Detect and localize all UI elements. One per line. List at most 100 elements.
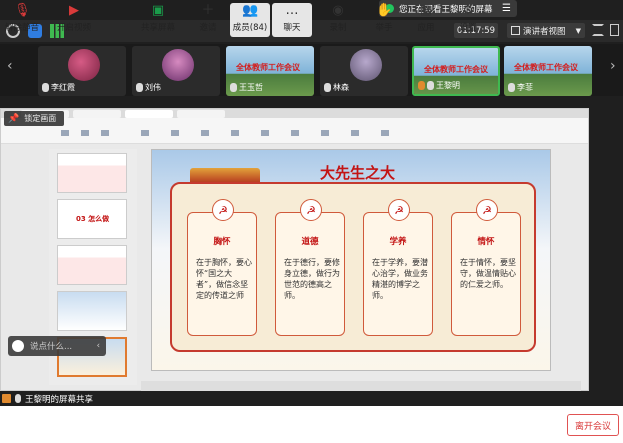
pin-icon: 📌 (8, 113, 20, 124)
emblem-icon: ☭ (388, 199, 410, 221)
participant-tile[interactable]: 刘伟 (132, 46, 220, 96)
wps-tab (177, 110, 225, 118)
slide-thumb[interactable]: 03 怎么做 (57, 199, 127, 239)
gallery-prev-icon[interactable]: ‹ (7, 58, 13, 74)
invite-label: 邀请 (199, 23, 217, 33)
chat-label: 聊天 (283, 23, 301, 33)
wps-tab (125, 110, 173, 118)
participant-tile-active[interactable]: 全体教师工作会议 王黎明 (412, 46, 500, 96)
participant-tile[interactable]: 全体教师工作会议 王玉哲 (226, 46, 314, 96)
video-button[interactable]: ▶ 开启视频 (54, 3, 94, 37)
lock-view-button[interactable]: 📌 锁定画面 (4, 111, 64, 126)
share-owner-label: 王黎明的屏幕共享 (0, 391, 124, 406)
settings-button[interactable]: ⚙ 设置 (448, 3, 488, 37)
slide-title: 大先生之大 (320, 164, 396, 182)
record-button[interactable]: ◉ 录制 (318, 3, 358, 37)
mic-icon (427, 81, 434, 90)
apps-icon: ▦ (419, 3, 433, 18)
participant-tile[interactable]: 李红霞 (38, 46, 126, 96)
chevron-left-icon[interactable]: ‹ (97, 341, 100, 351)
slide-thumb[interactable] (57, 291, 127, 331)
wps-ribbon (1, 118, 588, 144)
slide-thumb[interactable] (57, 153, 127, 193)
content-card: ☭ 学养 在于学养，要潜心治学，做业务精湛的博学之师。 (363, 199, 433, 336)
members-button[interactable]: 👥 成员(84) (230, 3, 270, 37)
participant-name: 王黎明 (436, 81, 460, 90)
add-user-icon: ＋ (201, 3, 215, 18)
banner-text: 全体教师工作会议 (236, 63, 300, 72)
emblem-icon: ☭ (212, 199, 234, 221)
gear-icon: ⚙ (462, 3, 474, 18)
mic-icon (230, 83, 237, 92)
chat-button[interactable]: … 聊天 (272, 3, 312, 37)
presenter-icon (2, 394, 11, 403)
mic-icon (15, 394, 21, 403)
emoji-icon[interactable] (12, 340, 24, 352)
card-body: 在于胸怀，要心怀“国之大者”，做信念坚定的传道之师 (196, 258, 252, 300)
card-heading: 道德 (301, 237, 319, 247)
fullscreen-icon[interactable] (592, 24, 604, 36)
raise-hand-button[interactable]: ✋ 举手 (364, 3, 404, 37)
card-heading: 情怀 (477, 237, 495, 247)
content-card: ☭ 胸怀 在于胸怀，要心怀“国之大者”，做信念坚定的传道之师 (187, 199, 257, 336)
apps-button[interactable]: ▦ 应用 (406, 3, 446, 37)
card-heading: 学养 (389, 237, 407, 247)
video-label: 开启视频 (56, 23, 91, 33)
participant-name: 刘伟 (145, 83, 161, 92)
emblem-icon: ☭ (300, 199, 322, 221)
lock-view-label: 锁定画面 (24, 114, 57, 123)
hand-icon: ✋ (376, 3, 393, 18)
participant-tile[interactable]: 林森 (320, 46, 408, 96)
bottom-toolbar (0, 406, 623, 443)
share-screen-button[interactable]: ▣ 共享屏幕 (138, 3, 178, 37)
card-body: 在于学养，要潜心治学，做业务精湛的博学之师。 (372, 258, 428, 300)
view-mode-dropdown[interactable]: 演讲者视图 ▼ (507, 23, 585, 38)
participant-name: 李菲 (517, 83, 533, 92)
share-label: 共享屏幕 (140, 23, 175, 33)
record-label: 录制 (329, 23, 347, 33)
record-icon: ◉ (332, 3, 344, 18)
content-panel: ☭ 胸怀 在于胸怀，要心怀“国之大者”，做信念坚定的传道之师 ☭ 道德 在于德行… (170, 182, 536, 352)
wps-status-bar (141, 381, 581, 391)
content-card: ☭ 情怀 在于情怀，要坚守，做温情贴心的仁爱之师。 (451, 199, 521, 336)
settings-label: 设置 (459, 23, 477, 33)
banner-text: 全体教师工作会议 (514, 63, 578, 72)
thumb-text: 03 怎么做 (76, 215, 110, 223)
invite-button[interactable]: ＋ 邀请 (188, 3, 228, 37)
chat-placeholder: 说点什么... (30, 342, 73, 352)
content-card: ☭ 道德 在于德行，要修身立德，做行为世范的德高之师。 (275, 199, 345, 336)
leave-meeting-button[interactable]: 离开会议 (567, 414, 619, 436)
share-screen-icon: ▣ (151, 3, 165, 18)
slide-thumb[interactable] (57, 245, 127, 285)
mute-button[interactable]: 🎙 解除静音 (2, 3, 42, 37)
participant-tile[interactable]: 全体教师工作会议 李菲 (504, 46, 592, 96)
mic-icon (136, 83, 143, 92)
chat-input[interactable]: 说点什么... ‹ (8, 336, 106, 356)
current-slide: 大先生之大 ☭ 胸怀 在于胸怀，要心怀“国之大者”，做信念坚定的传道之师 ☭ 道… (151, 149, 551, 371)
gallery-next-icon[interactable]: › (610, 58, 616, 74)
mic-icon (42, 83, 49, 92)
camera-off-icon: ▶ (69, 3, 79, 18)
avatar (350, 49, 382, 81)
members-icon: 👥 (242, 3, 259, 18)
emblem-icon: ☭ (476, 199, 498, 221)
view-mode-label: 演讲者视图 (523, 26, 566, 37)
card-body: 在于情怀，要坚守，做温情贴心的仁爱之师。 (460, 258, 516, 289)
participant-name: 林森 (333, 83, 349, 92)
avatar (68, 49, 100, 81)
presenter-icon (418, 81, 425, 90)
wps-tab (73, 110, 121, 118)
banner-text: 全体教师工作会议 (424, 65, 488, 74)
mic-muted-icon: 🎙 (14, 3, 31, 18)
card-heading: 胸怀 (213, 237, 231, 247)
window-icon[interactable] (610, 24, 619, 36)
members-label: 成员(84) (232, 23, 268, 33)
menu-icon[interactable]: ☰ (502, 3, 511, 14)
participant-name: 李红霞 (51, 83, 75, 92)
participant-name: 王玉哲 (239, 83, 263, 92)
mic-icon (508, 83, 515, 92)
share-owner-name: 王黎明的屏幕共享 (25, 394, 94, 405)
mic-icon (324, 83, 331, 92)
chevron-down-icon: ▼ (575, 26, 581, 35)
avatar (162, 49, 194, 81)
